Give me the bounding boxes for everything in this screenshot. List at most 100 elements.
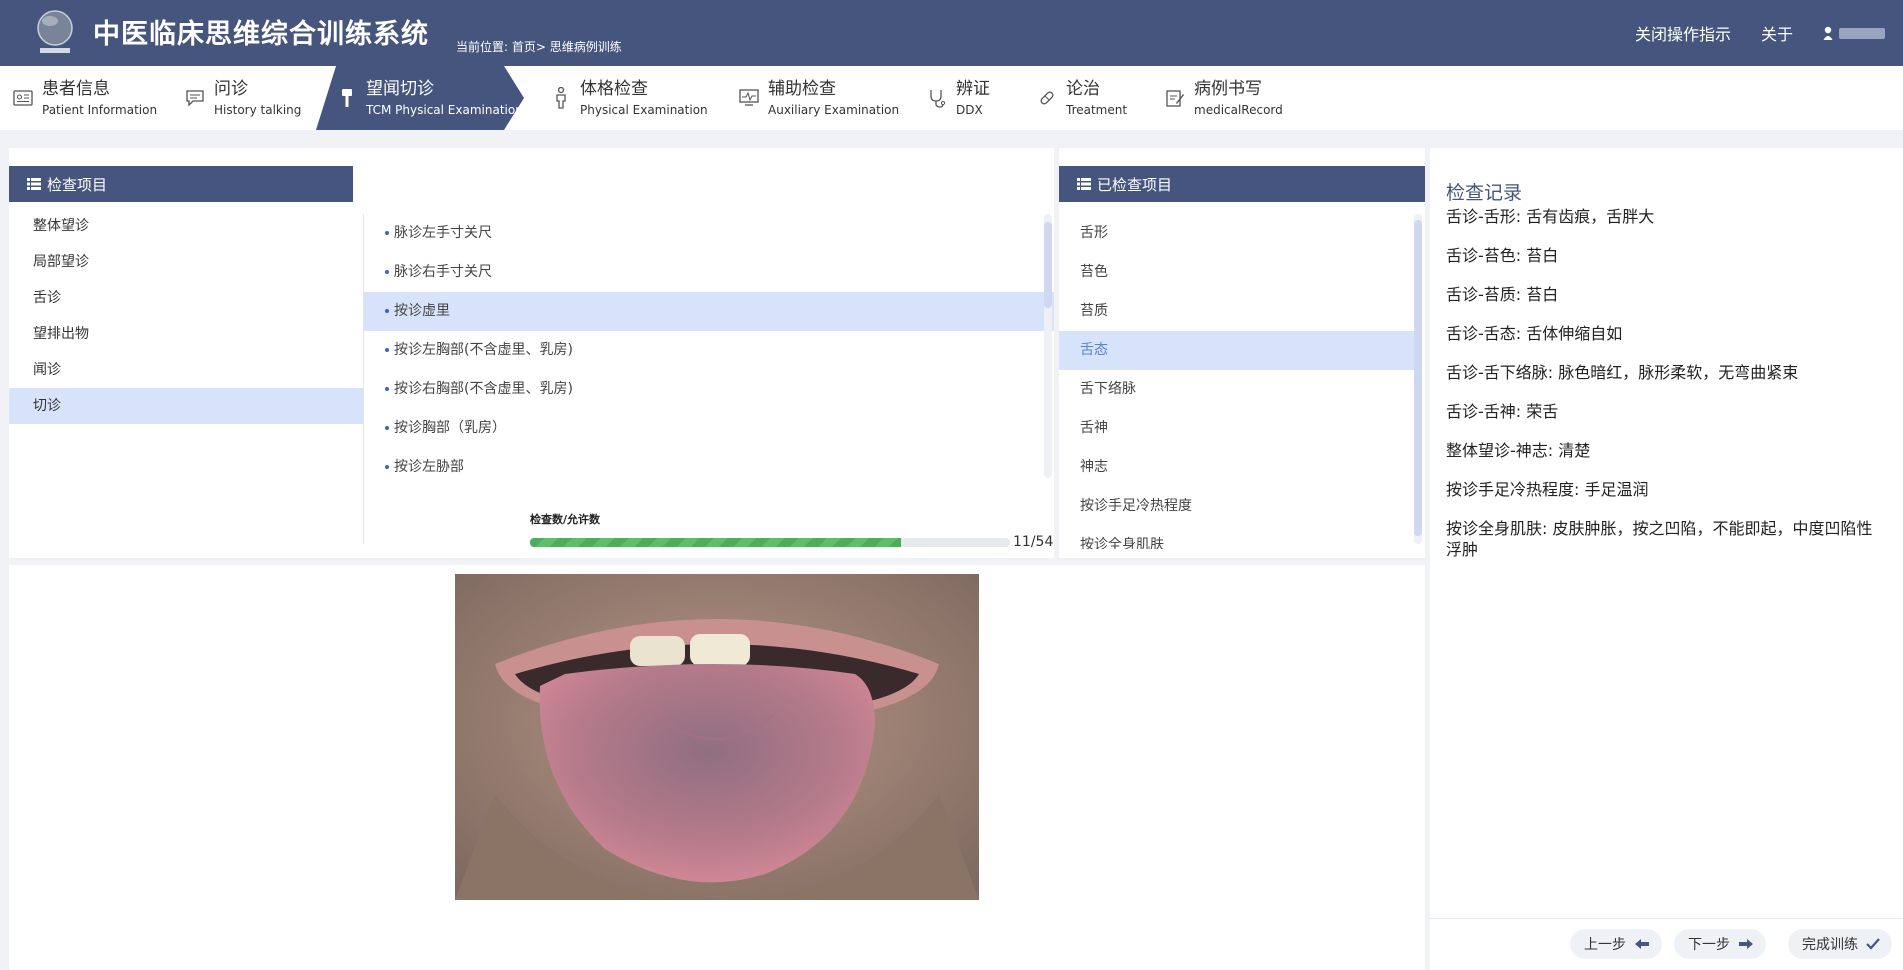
stethoscope-icon [926,87,948,109]
done-item-selected[interactable]: 舌态 [1059,331,1414,370]
done-scrollbar[interactable] [1414,214,1422,544]
user-icon [1823,26,1833,40]
done-item[interactable]: 苔色 [1059,253,1414,292]
step-label-cn: 辅助检查 [768,79,836,100]
step-auxiliary-exam[interactable]: 辅助检查 Auxiliary Examination [738,66,899,130]
done-item[interactable]: 舌形 [1059,214,1414,253]
step-label-cn: 患者信息 [42,79,110,100]
edit-icon [1164,87,1186,109]
exam-subitem-label: 按诊左胸部(不含虚里、乳房) [394,342,573,358]
step-label-en: Auxiliary Examination [768,102,900,117]
exam-subitem[interactable]: 脉诊左手寸关尺 [364,214,1054,253]
arrow-left-icon [1635,939,1649,949]
list-icon [27,178,41,190]
exam-subitem-label: 按诊左胁部 [394,459,464,475]
breadcrumb: 当前位置: 首页> 思维病例训练 [456,40,622,54]
exam-subitem[interactable]: 脉诊右手寸关尺 [364,253,1054,292]
record-entry: 整体望诊-神志: 清楚 [1446,441,1591,460]
check-icon [1866,938,1880,950]
scrollbar-thumb[interactable] [1044,222,1052,308]
done-items-title: 已检查项目 [1097,175,1173,194]
exam-image-area [9,565,1425,970]
exam-subitem-selected[interactable]: 按诊虚里 [364,292,1054,331]
step-label-en: Physical Examination [580,102,708,117]
list-icon [1077,178,1091,190]
exam-subitem[interactable]: 按诊右胸部(不含虚里、乳房) [364,370,1054,409]
progress-label: 检查数/允许数 [530,513,601,526]
pill-icon [1036,87,1058,109]
step-label-cn: 望闻切诊 [366,79,434,100]
exam-subitem-label: 按诊右胸部(不含虚里、乳房) [394,381,573,397]
id-card-icon [12,87,34,109]
step-label-en: TCM Physical Examination [366,102,523,117]
done-item[interactable]: 舌下络脉 [1059,370,1414,409]
category-item[interactable]: 舌诊 [9,280,363,316]
step-label-cn: 病例书写 [1194,79,1262,100]
done-item[interactable]: 按诊全身肌肤 [1059,526,1414,549]
exam-subitem-label: 按诊胸部（乳房） [394,420,506,436]
monitor-icon [738,87,760,109]
arrow-right-icon [1739,939,1753,949]
prev-step-button[interactable]: 上一步 [1570,929,1662,959]
app-logo-icon [37,10,73,53]
finish-training-button[interactable]: 完成训练 [1788,929,1892,959]
done-item[interactable]: 神志 [1059,448,1414,487]
person-icon [550,87,572,109]
step-treatment[interactable]: 论治 Treatment [1036,66,1127,130]
record-entry: 按诊手足冷热程度: 手足温润 [1446,480,1649,499]
step-ddx[interactable]: 辨证 DDX [926,66,990,130]
record-entry: 舌诊-舌神: 荣舌 [1446,402,1559,421]
exam-subitem[interactable]: 按诊左胁部 [364,448,1054,478]
step-label-cn: 体格检查 [580,79,648,100]
exam-subitem[interactable]: 按诊左胸部(不含虚里、乳房) [364,331,1054,370]
record-entry: 舌诊-苔质: 苔白 [1446,285,1559,304]
step-label-en: DDX [956,102,983,117]
next-step-label: 下一步 [1688,937,1730,953]
top-header: 中医临床思维综合训练系统 当前位置: 首页> 思维病例训练 关闭操作指示 关于 [0,0,1903,66]
category-item-selected[interactable]: 切诊 [9,388,363,424]
done-item[interactable]: 舌神 [1059,409,1414,448]
chat-icon [184,87,206,109]
exam-record-panel: 检查记录 舌诊-舌形: 舌有齿痕，舌胖大 舌诊-苔色: 苔白 舌诊-苔质: 苔白… [1430,148,1903,918]
step-label-cn: 辨证 [956,79,990,100]
step-label-en: Treatment [1066,102,1128,117]
done-item[interactable]: 苔质 [1059,292,1414,331]
subitem-scrollbar[interactable] [1044,214,1052,478]
tongue-photo [455,574,979,900]
step-patient-info[interactable]: 患者信息 Patient Information [12,66,157,130]
exam-subitem[interactable]: 按诊胸部（乳房） [364,409,1054,448]
step-tcm-exam[interactable]: 望闻切诊 TCM Physical Examination [336,66,523,130]
done-item[interactable]: 按诊手足冷热程度 [1059,487,1414,526]
exam-subitem-list: 脉诊左手寸关尺 脉诊右手寸关尺 按诊虚里 按诊左胸部(不含虚里、乳房) 按诊右胸… [364,214,1054,478]
category-item[interactable]: 局部望诊 [9,244,363,280]
next-step-button[interactable]: 下一步 [1674,929,1766,959]
step-label-cn: 论治 [1066,79,1100,100]
close-guide-link[interactable]: 关闭操作指示 [1635,21,1731,45]
prev-step-label: 上一步 [1584,937,1626,953]
exam-subitem-label: 脉诊右手寸关尺 [394,264,492,280]
scrollbar-thumb[interactable] [1414,220,1422,536]
step-history-talking[interactable]: 问诊 History talking [184,66,301,130]
exam-category-list: 整体望诊 局部望诊 舌诊 望排出物 闻诊 切诊 [9,208,363,424]
exam-items-header: 检查项目 [9,166,353,202]
step-medical-record[interactable]: 病例书写 medicalRecord [1164,66,1283,130]
done-item-list: 舌形 苔色 苔质 舌态 舌下络脉 舌神 神志 按诊手足冷热程度 按诊全身肌肤 [1059,214,1414,549]
exam-subitem-label: 脉诊左手寸关尺 [394,225,492,241]
record-entry: 舌诊-舌态: 舌体伸缩自如 [1446,324,1623,343]
about-link[interactable]: 关于 [1761,21,1793,45]
step-navigation: 患者信息 Patient Information 问诊 History talkin… [0,66,1903,130]
finish-training-label: 完成训练 [1802,937,1858,953]
exam-items-title: 检查项目 [47,175,108,194]
step-label-en: Patient Information [42,102,158,117]
category-item[interactable]: 整体望诊 [9,208,363,244]
user-menu[interactable] [1823,26,1885,40]
step-label-cn: 问诊 [214,79,248,100]
exam-record-list: 舌诊-舌形: 舌有齿痕，舌胖大 舌诊-苔色: 苔白 舌诊-苔质: 苔白 舌诊-舌… [1446,206,1886,578]
step-label-en: medicalRecord [1194,102,1283,117]
category-item[interactable]: 望排出物 [9,316,363,352]
record-entry: 舌诊-舌下络脉: 脉色暗红，脉形柔软，无弯曲紧束 [1446,363,1799,382]
step-physical-exam[interactable]: 体格检查 Physical Examination [550,66,708,130]
category-item[interactable]: 闻诊 [9,352,363,388]
progress-bar [530,538,1010,547]
progress-fill [530,538,901,547]
